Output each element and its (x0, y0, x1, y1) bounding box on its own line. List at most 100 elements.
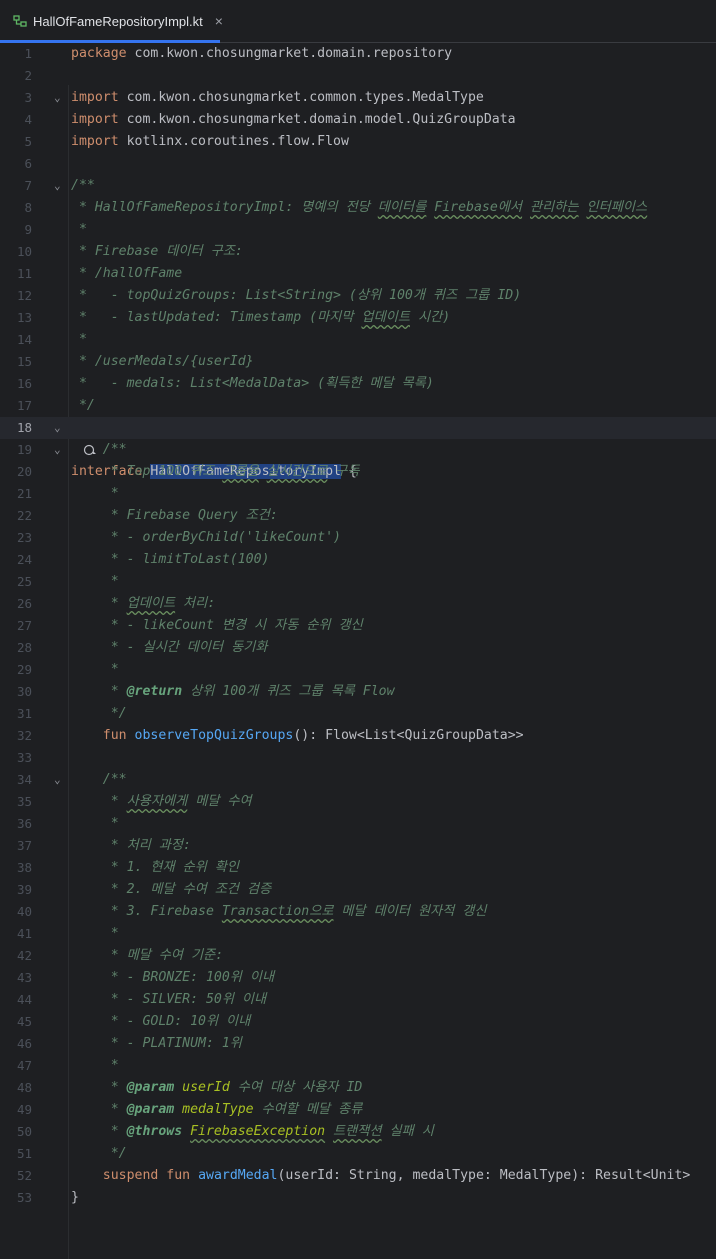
code-line[interactable]: 34 ⌄ /** (0, 769, 716, 791)
code-line[interactable]: 42 * 메달 수여 기준: (0, 945, 716, 967)
comment-text: 수여할 메달 종류 (253, 1102, 363, 1117)
code-line[interactable]: 7 ⌄ /** (0, 175, 716, 197)
import-path: com.kwon.chosungmarket.domain.model.Quiz… (118, 112, 516, 127)
fold-chevron-icon[interactable]: ⌄ (54, 417, 66, 439)
code-line[interactable]: 26 * 업데이트 처리: (0, 593, 716, 615)
line-number: 4 (24, 112, 32, 127)
comment: * @throws FirebaseException 트랜잭션 실패 시 (71, 1121, 434, 1143)
code-line[interactable]: 46 * - PLATINUM: 1위 (0, 1033, 716, 1055)
fold-chevron-icon[interactable]: ⌄ (54, 87, 66, 109)
line-number: 27 (16, 618, 32, 633)
code-line[interactable]: 29 * (0, 659, 716, 681)
close-icon[interactable]: × (215, 13, 223, 29)
comment: * @param medalType 수여할 메달 종류 (71, 1099, 363, 1121)
typo-word: 데이터를 (377, 200, 427, 215)
code-line[interactable]: 31 */ (0, 703, 716, 725)
code-line[interactable]: 16 * - medals: List<MedalData> (획득한 메달 목… (0, 373, 716, 395)
code-line[interactable]: 9 * (0, 219, 716, 241)
code-line[interactable]: 38 * 1. 현재 순위 확인 (0, 857, 716, 879)
code-line[interactable]: 6 (0, 153, 716, 175)
line-number: 9 (24, 222, 32, 237)
function-name[interactable]: awardMedal (198, 1168, 277, 1183)
code-line[interactable]: 11 * /hallOfFame (0, 263, 716, 285)
comment: * 업데이트 처리: (71, 593, 216, 615)
code-line[interactable]: 28 * - 실시간 데이터 동기화 (0, 637, 716, 659)
line-number: 32 (16, 728, 32, 743)
comment: * - medals: List<MedalData> (획득한 메달 목록) (71, 376, 434, 391)
code-line[interactable]: 32 fun observeTopQuizGroups(): Flow<List… (0, 725, 716, 747)
code-line[interactable]: 27 * - likeCount 변경 시 자동 순위 갱신 (0, 615, 716, 637)
code-line[interactable]: 1 package com.kwon.chosungmarket.domain.r… (0, 43, 716, 65)
code-line[interactable]: 37 * 처리 과정: (0, 835, 716, 857)
comment: * - lastUpdated: Timestamp (마지막 업데이트 시간) (71, 307, 450, 329)
code-line[interactable]: 52 suspend fun awardMedal(userId: String… (0, 1165, 716, 1187)
code-line[interactable]: 43 * - BRONZE: 100위 이내 (0, 967, 716, 989)
code-line[interactable]: 50 * @throws FirebaseException 트랜잭션 실패 시 (0, 1121, 716, 1143)
line-number: 34 (16, 772, 32, 787)
code-line[interactable]: 36 * (0, 813, 716, 835)
code-line[interactable]: 5 import kotlinx.coroutines.flow.Flow (0, 131, 716, 153)
code-line[interactable]: 3 ⌄ import com.kwon.chosungmarket.common.t… (0, 87, 716, 109)
fold-chevron-icon[interactable]: ⌄ (54, 769, 66, 791)
brace: } (71, 1190, 79, 1205)
code-line[interactable]: 12 * - topQuizGroups: List<String> (상위 1… (0, 285, 716, 307)
code-line[interactable]: 23 * - orderByChild('likeCount') (0, 527, 716, 549)
code-line[interactable]: 41 * (0, 923, 716, 945)
code-line[interactable]: 30 * @return 상위 100개 퀴즈 그룹 목록 Flow (0, 681, 716, 703)
code-line[interactable]: 35 * 사용자에게 메달 수여 (0, 791, 716, 813)
code-line[interactable]: 10 * Firebase 데이터 구조: (0, 241, 716, 263)
comment: * - BRONZE: 100위 이내 (71, 970, 275, 985)
comment-text: * (71, 1080, 127, 1095)
code-line[interactable]: 8 * HallOfFameRepositoryImpl: 명예의 전당 데이터… (0, 197, 716, 219)
kdoc-tag: @throws (126, 1124, 183, 1139)
keyword: import (71, 90, 119, 105)
code-line[interactable]: 53} (0, 1187, 716, 1209)
line-number: 24 (16, 552, 32, 567)
code-editor[interactable]: 1 package com.kwon.chosungmarket.domain.r… (0, 43, 716, 1259)
function-name[interactable]: observeTopQuizGroups (135, 728, 294, 743)
comment: * - 실시간 데이터 동기화 (71, 640, 268, 655)
code-line[interactable]: 44 * - SILVER: 50위 이내 (0, 989, 716, 1011)
code-line[interactable]: 21 * (0, 483, 716, 505)
code-line[interactable]: 47 * (0, 1055, 716, 1077)
code-line[interactable]: 14 * (0, 329, 716, 351)
code-line[interactable]: 22 * Firebase Query 조건: (0, 505, 716, 527)
comment: * (71, 486, 119, 501)
code-line[interactable]: 13 * - lastUpdated: Timestamp (마지막 업데이트 … (0, 307, 716, 329)
comment-text: * (71, 1102, 127, 1117)
import-path: com.kwon.chosungmarket.common.types.Meda… (118, 90, 484, 105)
code-line[interactable]: 19 ⌄ /** (0, 439, 716, 461)
code-line[interactable]: 33 (0, 747, 716, 769)
comment-text: 처리: (175, 596, 216, 611)
code-line[interactable]: 49 * @param medalType 수여할 메달 종류 (0, 1099, 716, 1121)
fold-chevron-icon[interactable]: ⌄ (54, 175, 66, 197)
code-line[interactable]: 20 * Top 100 퀴즈 그룹을 실시간으로 구독 (0, 461, 716, 483)
code-line[interactable]: 2 (0, 65, 716, 87)
line-number: 5 (24, 134, 32, 149)
code-line[interactable]: 51 */ (0, 1143, 716, 1165)
comment-text: 메달 데이터 원자적 갱신 (333, 904, 487, 919)
comment-text: 실패 시 (381, 1124, 434, 1139)
comment: */ (71, 1146, 127, 1161)
code-line[interactable]: 4 import com.kwon.chosungmarket.domain.mo… (0, 109, 716, 131)
line-number: 52 (16, 1168, 32, 1183)
implemented-interface-icon[interactable] (35, 421, 96, 456)
code-line[interactable]: 48 * @param userId 수여 대상 사용자 ID (0, 1077, 716, 1099)
comment-text: * (71, 684, 127, 699)
line-number: 17 (16, 398, 32, 413)
code-line[interactable]: 24 * - limitToLast(100) (0, 549, 716, 571)
keyword: suspend (102, 1168, 159, 1183)
package-path: com.kwon.chosungmarket.domain.repository (126, 46, 453, 61)
fold-chevron-icon[interactable]: ⌄ (54, 439, 66, 461)
code-line[interactable]: 25 * (0, 571, 716, 593)
signature: (userId: String, medalType: MedalType): … (277, 1168, 691, 1183)
code-line[interactable]: 39 * 2. 메달 수여 조건 검증 (0, 879, 716, 901)
comment: /** (71, 178, 95, 193)
code-line[interactable]: 45 * - GOLD: 10위 이내 (0, 1011, 716, 1033)
code-line[interactable]: 15 * /userMedals/{userId} (0, 351, 716, 373)
file-tab[interactable]: HallOfFameRepositoryImpl.kt × (0, 0, 223, 43)
code-line[interactable]: 40 * 3. Firebase Transaction으로 메달 데이터 원자… (0, 901, 716, 923)
current-code-line[interactable]: 18 ⌄ interface HallOfFameRepositoryImpl { (0, 417, 716, 479)
code-line[interactable]: 17 */ (0, 395, 716, 417)
